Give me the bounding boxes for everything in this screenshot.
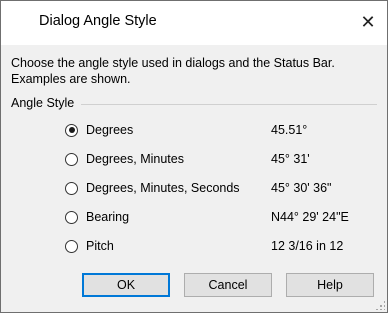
option-label[interactable]: Pitch	[86, 239, 114, 253]
radio-button[interactable]	[65, 152, 78, 166]
resize-grip-icon[interactable]	[375, 300, 385, 310]
group-divider	[81, 104, 377, 105]
radio-button[interactable]	[65, 181, 78, 195]
radio-button[interactable]	[65, 210, 78, 224]
description-text: Choose the angle style used in dialogs a…	[11, 56, 335, 86]
example-degrees-minutes: 45° 31'	[271, 152, 310, 166]
radio-pitch[interactable]: Pitch	[65, 236, 114, 256]
group-label: Angle Style	[11, 96, 81, 110]
radio-bearing[interactable]: Bearing	[65, 207, 129, 227]
example-degrees: 45.51°	[271, 123, 308, 137]
help-button[interactable]: Help	[286, 273, 374, 297]
close-icon[interactable]: ✕	[349, 1, 387, 45]
radio-button[interactable]	[65, 239, 78, 253]
option-label[interactable]: Bearing	[86, 210, 129, 224]
example-bearing: N44° 29' 24"E	[271, 210, 349, 224]
title-bar: Dialog Angle Style ✕	[1, 1, 387, 45]
option-label[interactable]: Degrees, Minutes	[86, 152, 184, 166]
radio-button-checked[interactable]	[65, 123, 78, 137]
example-pitch: 12 3/16 in 12	[271, 239, 344, 253]
example-degrees-minutes-seconds: 45° 30' 36"	[271, 181, 332, 195]
dialog-window: Dialog Angle Style ✕ Choose the angle st…	[0, 0, 388, 313]
radio-degrees-minutes-seconds[interactable]: Degrees, Minutes, Seconds	[65, 178, 240, 198]
cancel-button[interactable]: Cancel	[184, 273, 272, 297]
dialog-title: Dialog Angle Style	[39, 13, 157, 29]
radio-degrees[interactable]: Degrees	[65, 120, 133, 140]
option-label[interactable]: Degrees	[86, 123, 133, 137]
option-label[interactable]: Degrees, Minutes, Seconds	[86, 181, 240, 195]
ok-button[interactable]: OK	[82, 273, 170, 297]
radio-degrees-minutes[interactable]: Degrees, Minutes	[65, 149, 184, 169]
